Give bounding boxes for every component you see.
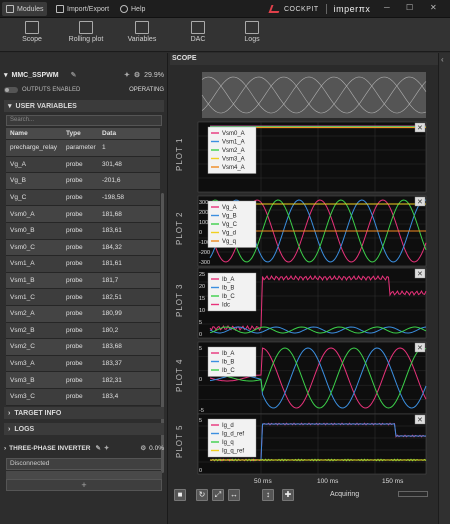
scope-controls: ■ ↻ ⤢ ↔ ↕ ✚ Acquiring [170,488,438,504]
legend-label: Ig_q_ref [222,449,244,455]
axis-tick-label: 200 [199,210,208,216]
acquisition-progress [398,491,428,497]
legend-label: Ib_C [222,294,235,300]
legend-label: Idc [222,303,230,309]
legend-label: Vsm3_A [222,157,245,163]
autoscale-button[interactable]: ↻ [196,489,208,501]
close-icon: ✕ [417,345,423,352]
legend-label: Vsm4_A [222,165,245,171]
legend-label: Ib_A [222,351,234,357]
close-icon: ✕ [417,125,423,132]
time-tick-label: 100 ms [317,478,339,485]
axis-tick-label: 0 [199,468,202,474]
axis-tick-label: 10 [199,308,205,314]
legend-label: Ib_B [222,360,234,366]
axis-tick-label: -300 [199,260,210,266]
plot-label: PLOT 2 [175,212,184,245]
fit-horizontal-button[interactable]: ↔ [228,489,240,501]
legend-label: Vg_q [222,239,236,245]
axis-tick-label: 0 [199,332,202,338]
axis-tick-label: 25 [199,272,205,278]
time-tick-label: 50 ms [254,478,272,485]
add-plot-button[interactable]: ✚ [282,489,294,501]
axis-tick-label: 5 [199,320,202,326]
legend-label: Vsm2_A [222,148,245,154]
zoom-button[interactable]: ⤢ [212,489,224,501]
close-icon: ✕ [417,417,423,424]
legend-label: Ib_A [222,277,234,283]
legend-label: Vg_B [222,214,237,220]
axis-tick-label: 5 [199,346,202,352]
plot-label: PLOT 1 [175,138,184,171]
fit-vertical-button[interactable]: ↕ [262,489,274,501]
axis-tick-label: 15 [199,296,205,302]
acquiring-status: Acquiring [330,491,360,498]
plot-label: PLOT 4 [175,359,184,392]
plot-label: PLOT 5 [175,425,184,458]
legend-label: Vg_C [222,222,238,228]
legend-label: Vg_d [222,231,236,237]
legend-label: Ib_C [222,368,235,374]
legend-label: Ig_q [222,440,234,446]
legend-label: Ib_B [222,286,234,292]
close-icon: ✕ [417,271,423,278]
legend-label: Vg_A [222,205,237,211]
axis-tick-label: 0 [199,230,202,236]
axis-tick-label: 0 [199,377,202,383]
axis-tick-label: 20 [199,284,205,290]
axis-tick-label: 100 [199,220,208,226]
legend-label: Vsm1_A [222,140,245,146]
legend-label: Ig_d_ref [222,432,244,438]
axis-tick-label: 5 [199,418,202,424]
legend-label: Ig_d [222,423,234,429]
legend-label: Vsm0_A [222,131,245,137]
time-tick-label: 150 ms [382,478,404,485]
axis-tick-label: -5 [199,408,204,414]
plot-label: PLOT 3 [175,284,184,317]
scope-plots: PLOT 1 Vsm0_A Vsm1_A Vsm2_A Vsm3_A Vsm4_A ✕ PLO… [175,72,427,485]
axis-tick-label: -200 [199,250,210,256]
axis-tick-label: 300 [199,200,208,206]
close-icon: ✕ [417,199,423,206]
stop-button[interactable]: ■ [174,489,186,501]
